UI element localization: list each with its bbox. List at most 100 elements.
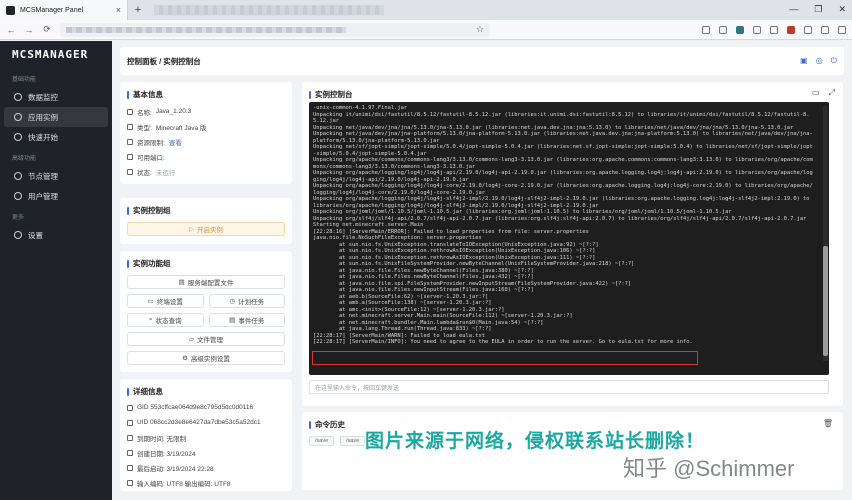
eula-highlight-box — [312, 351, 698, 365]
scroll-thumb[interactable] — [823, 246, 828, 356]
sidebar-item-settings[interactable]: 设置 — [0, 225, 112, 245]
terminal-settings-label: 终端设置 — [156, 299, 183, 306]
start-instance-label: 开启实例 — [197, 227, 223, 234]
extension-icon[interactable] — [702, 25, 710, 34]
clock-icon: ◷ — [229, 298, 236, 305]
user-icon[interactable]: ◎ — [816, 56, 823, 66]
console-card: 实例控制台 ▭ ⤢ -unix-common-4.1.97.Final.jar … — [302, 82, 843, 406]
close-window-button[interactable]: ✕ — [838, 4, 846, 15]
maximize-button[interactable]: ❐ — [814, 4, 822, 15]
history-chip[interactable]: /save — [309, 436, 335, 446]
sidebar-item-instances[interactable]: 应用实例 — [4, 107, 108, 127]
terminal-output[interactable]: -unix-common-4.1.97.Final.jar Unpacking … — [309, 102, 829, 375]
sidebar-item-label: 数据监控 — [28, 92, 58, 102]
instance-control-title: 实例控制组 — [133, 206, 171, 215]
created-value: 创建日期: 3/19/2024 — [137, 450, 196, 458]
console-title: 实例控制台 — [315, 90, 353, 99]
details-card: 详细信息 GID 553cffcae064d9e8c795d5dc0d0116 … — [120, 379, 292, 491]
encoding-icon — [127, 479, 133, 486]
file-icon: ▤ — [178, 279, 185, 286]
blurred-url — [66, 26, 346, 33]
extension-icon[interactable] — [787, 25, 795, 34]
name-label: 名称: — [137, 109, 152, 117]
extension-icon[interactable] — [804, 25, 812, 34]
extension-icon[interactable] — [770, 25, 778, 34]
layout-icon[interactable]: ▣ — [800, 56, 808, 66]
port-label: 可用端口: — [137, 154, 165, 162]
address-bar[interactable]: ☆ — [60, 22, 490, 37]
terminal-settings-button[interactable]: ▭ 终端设置 — [127, 294, 204, 308]
bookmark-star-icon[interactable]: ☆ — [476, 24, 484, 35]
clear-terminal-icon[interactable]: ▭ — [812, 88, 820, 98]
breadcrumb: 控制面板 / 实例控制台 — [127, 56, 201, 66]
status-icon — [127, 168, 133, 175]
command-input[interactable]: 在这里输入命令，按回车键发送 — [309, 380, 829, 394]
instance-control-card: 实例控制组 ▷ 开启实例 — [120, 198, 292, 244]
encoding-value: 输入编码: UTF8 输出编码: UTF8 — [137, 480, 231, 488]
id-icon — [127, 419, 133, 426]
advanced-settings-label: 高级实例设置 — [190, 356, 230, 363]
sidebar-item-label: 节点管理 — [28, 171, 58, 181]
trash-icon[interactable]: 🗑 — [823, 419, 833, 428]
id-icon — [127, 404, 133, 411]
file-manager-button[interactable]: ▱ 文件管理 — [127, 332, 285, 346]
back-button[interactable]: ← — [6, 25, 16, 35]
power-icon[interactable]: ⏻ — [831, 56, 837, 66]
expire-value: 到期时间: 无限制 — [137, 435, 187, 443]
sidebar-item-label: 用户管理 — [28, 191, 58, 201]
extension-icons — [702, 25, 846, 34]
sidebar-item-nodes[interactable]: 节点管理 — [0, 166, 112, 186]
reload-button[interactable]: ⟳ — [42, 24, 52, 35]
logo: MCSMANAGER — [12, 48, 89, 61]
calendar-icon — [127, 449, 133, 456]
menu-icon[interactable] — [838, 25, 846, 34]
start-instance-button[interactable]: ▷ 开启实例 — [127, 222, 285, 236]
last-start-value: 最后启动: 3/19/2024 22:28 — [137, 465, 214, 473]
search-icon: ⌕ — [148, 316, 153, 323]
gear-icon: ⚙ — [182, 355, 188, 362]
user-icon — [14, 192, 22, 200]
extension-icon[interactable] — [753, 25, 761, 34]
card-title: 基本信息 — [127, 89, 285, 100]
status-value: 未运行 — [155, 169, 176, 177]
minimize-button[interactable]: — — [789, 4, 798, 15]
extension-icon[interactable] — [736, 25, 744, 34]
terminal-log: -unix-common-4.1.97.Final.jar Unpacking … — [313, 105, 813, 345]
tab-close-icon[interactable]: × — [116, 5, 121, 15]
instance-icon — [14, 113, 22, 121]
event-task-button[interactable]: ▤ 事件任务 — [208, 313, 285, 327]
sidebar-item-monitor[interactable]: 数据监控 — [0, 87, 112, 107]
resource-view-link[interactable]: 查看 — [169, 137, 182, 147]
status-query-label: 状态查询 — [155, 318, 182, 325]
server-config-button[interactable]: ▤ 服务端配置文件 — [127, 275, 285, 289]
fullscreen-icon[interactable]: ⤢ — [829, 88, 835, 98]
advanced-settings-button[interactable]: ⚙ 高级实例设置 — [127, 351, 285, 365]
rocket-icon — [14, 133, 22, 141]
status-query-button[interactable]: ⌕ 状态查询 — [127, 313, 204, 327]
site-favicon-icon — [6, 5, 15, 15]
browser-toolbar: ← → ⟳ ☆ — [0, 20, 852, 40]
tab-title: MCSManager Panel — [20, 6, 84, 14]
port-icon — [127, 153, 133, 160]
forward-button[interactable]: → — [24, 25, 34, 35]
clock-icon — [127, 464, 133, 471]
sidebar-item-users[interactable]: 用户管理 — [0, 186, 112, 206]
history-chip[interactable]: /save — [340, 436, 366, 446]
node-icon — [14, 172, 22, 180]
basic-info-title: 基本信息 — [133, 90, 163, 99]
play-icon: ▷ — [189, 226, 194, 233]
extension-icon[interactable] — [821, 25, 829, 34]
folder-icon: ▱ — [189, 336, 194, 343]
schedule-button[interactable]: ◷ 计划任务 — [208, 294, 285, 308]
terminal-scrollbar[interactable] — [823, 106, 828, 361]
sidebar-item-quickstart[interactable]: 快速开始 — [0, 127, 112, 147]
gear-icon — [14, 231, 22, 239]
tag-icon — [127, 108, 133, 115]
details-title: 详细信息 — [133, 387, 163, 396]
browser-tab[interactable]: MCSManager Panel × — [0, 0, 128, 20]
sidebar-item-label: 快速开始 — [28, 132, 58, 142]
extension-icon[interactable] — [719, 25, 727, 34]
new-tab-button[interactable]: + — [128, 4, 148, 16]
zhihu-watermark: 知乎 @Schimmer — [623, 456, 795, 481]
instance-name: Java_1.20.3 — [155, 108, 192, 115]
